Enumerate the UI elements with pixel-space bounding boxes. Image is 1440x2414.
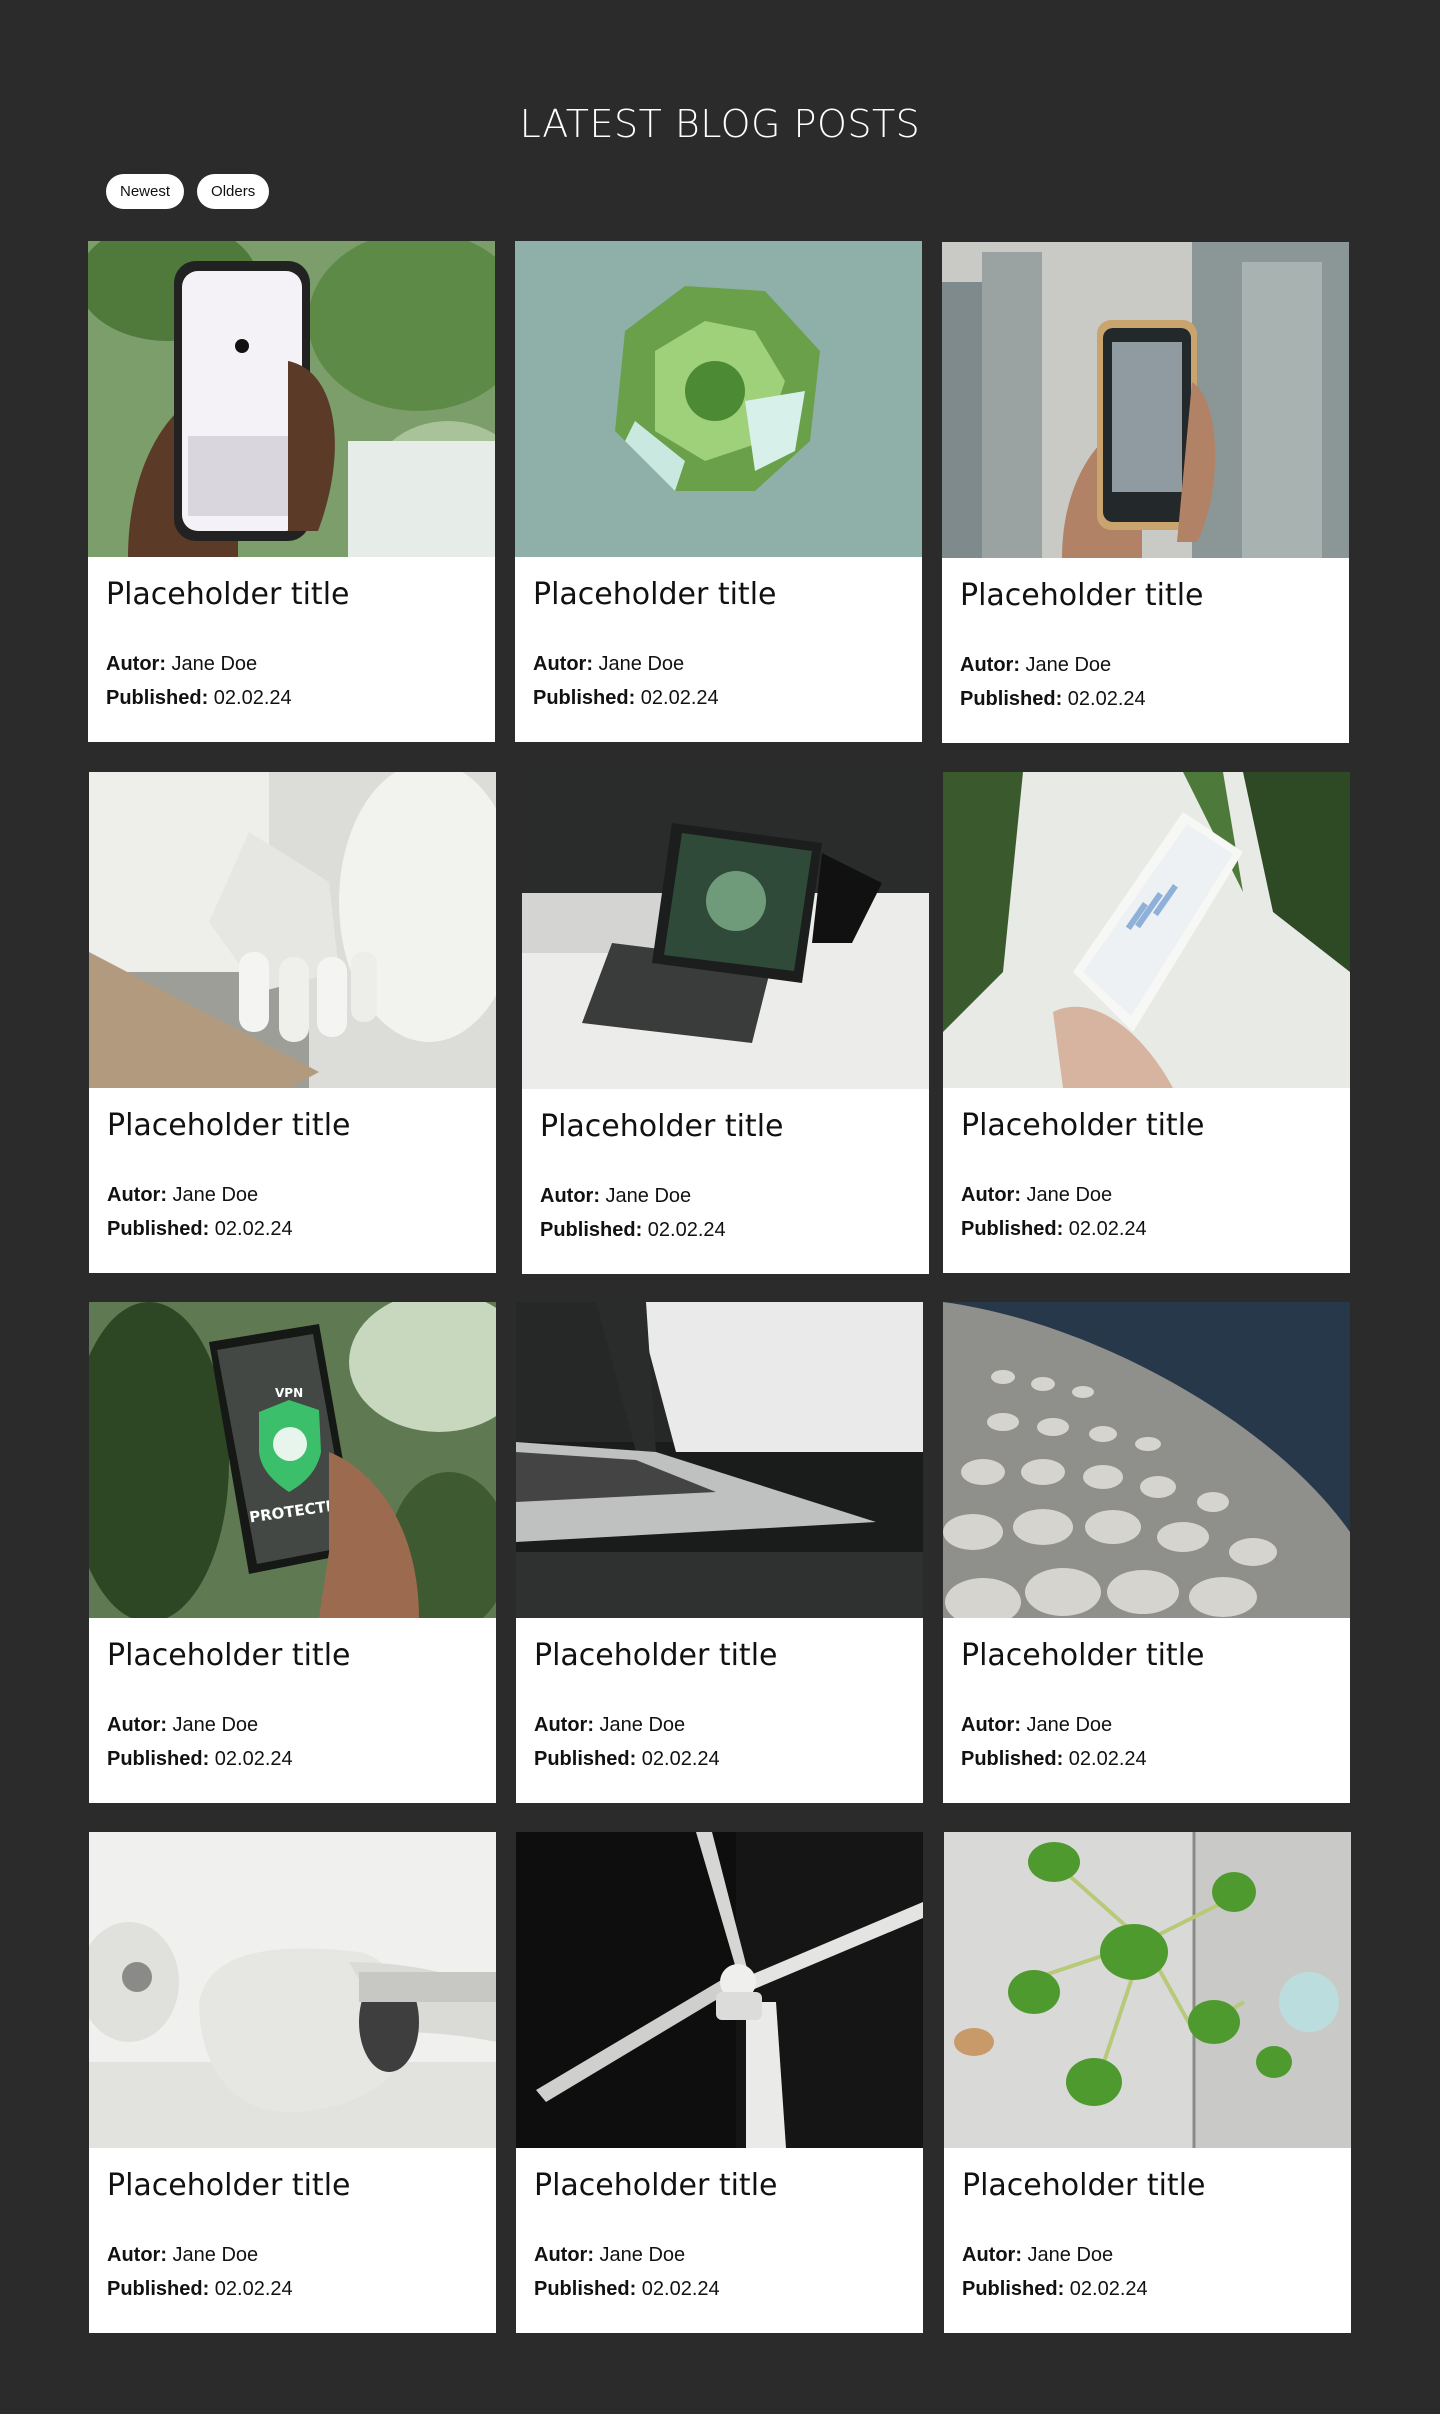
post-image-crystal-sphere	[515, 241, 922, 557]
blog-post-card[interactable]: Placeholder title Autor: Jane Doe Publis…	[88, 241, 495, 742]
post-author: Autor: Jane Doe	[107, 1714, 259, 1736]
post-image-robot-hand	[89, 772, 496, 1088]
post-image-phone-analytics	[943, 772, 1350, 1088]
post-title[interactable]: Placeholder title	[106, 577, 477, 613]
post-title[interactable]: Placeholder title	[962, 2168, 1333, 2204]
post-author: Autor: Jane Doe	[961, 1184, 1113, 1206]
filter-newest-button[interactable]: Newest	[106, 174, 185, 209]
post-image-wind-turbine	[516, 1832, 923, 2148]
post-title[interactable]: Placeholder title	[107, 1108, 478, 1144]
post-image-phone-skyscrapers	[942, 242, 1349, 558]
post-image-vr-headset	[89, 1832, 496, 2148]
post-author: Autor: Jane Doe	[107, 1184, 259, 1206]
post-published: Published: 02.02.24	[107, 2278, 293, 2300]
post-author: Autor: Jane Doe	[533, 653, 685, 675]
post-image-phone-vpn: VPN PROTECTED	[89, 1302, 496, 1618]
post-published: Published: 02.02.24	[534, 2278, 720, 2300]
svg-text:VPN: VPN	[275, 1386, 303, 1400]
post-image-building-discs	[943, 1302, 1350, 1618]
blog-post-card[interactable]: Placeholder title Autor: Jane Doe Publis…	[516, 1832, 923, 2333]
post-image-phone-chat	[88, 241, 495, 557]
post-title[interactable]: Placeholder title	[961, 1638, 1332, 1674]
blog-post-card[interactable]: Placeholder title Autor: Jane Doe Publis…	[943, 772, 1350, 1273]
post-published: Published: 02.02.24	[961, 1218, 1147, 1240]
filter-bar: Newest Olders	[106, 174, 270, 209]
post-author: Autor: Jane Doe	[961, 1714, 1113, 1736]
post-title[interactable]: Placeholder title	[533, 577, 904, 613]
post-published: Published: 02.02.24	[533, 687, 719, 709]
blog-post-card[interactable]: Placeholder title Autor: Jane Doe Publis…	[943, 1302, 1350, 1803]
page-title: LATEST BLOG POSTS	[519, 102, 921, 147]
blog-post-card[interactable]: Placeholder title Autor: Jane Doe Publis…	[944, 1832, 1351, 2333]
post-author: Autor: Jane Doe	[960, 654, 1112, 676]
post-title[interactable]: Placeholder title	[534, 1638, 905, 1674]
blog-post-card[interactable]: VPN PROTECTED Placeholder title Autor: J…	[89, 1302, 496, 1803]
blog-post-card[interactable]: Placeholder title Autor: Jane Doe Publis…	[515, 241, 922, 742]
post-image-laptop	[516, 1302, 923, 1618]
post-published: Published: 02.02.24	[962, 2278, 1148, 2300]
post-published: Published: 02.02.24	[107, 1748, 293, 1770]
post-author: Autor: Jane Doe	[534, 1714, 686, 1736]
post-title[interactable]: Placeholder title	[540, 1109, 911, 1145]
blog-post-card[interactable]: Placeholder title Autor: Jane Doe Publis…	[522, 773, 929, 1274]
blog-post-card[interactable]: Placeholder title Autor: Jane Doe Publis…	[942, 242, 1349, 743]
post-published: Published: 02.02.24	[540, 1219, 726, 1241]
post-published: Published: 02.02.24	[106, 687, 292, 709]
post-author: Autor: Jane Doe	[534, 2244, 686, 2266]
post-author: Autor: Jane Doe	[107, 2244, 259, 2266]
post-title[interactable]: Placeholder title	[107, 1638, 478, 1674]
post-author: Autor: Jane Doe	[962, 2244, 1114, 2266]
filter-olders-button[interactable]: Olders	[197, 174, 270, 209]
blog-post-card[interactable]: Placeholder title Autor: Jane Doe Publis…	[89, 772, 496, 1273]
blog-post-card[interactable]: Placeholder title Autor: Jane Doe Publis…	[516, 1302, 923, 1803]
post-title[interactable]: Placeholder title	[961, 1108, 1332, 1144]
post-title[interactable]: Placeholder title	[107, 2168, 478, 2204]
post-author: Autor: Jane Doe	[540, 1185, 692, 1207]
post-author: Autor: Jane Doe	[106, 653, 258, 675]
post-image-tablet-keyboard	[522, 773, 929, 1089]
post-published: Published: 02.02.24	[107, 1218, 293, 1240]
post-title[interactable]: Placeholder title	[960, 578, 1331, 614]
post-title[interactable]: Placeholder title	[534, 2168, 905, 2204]
post-published: Published: 02.02.24	[534, 1748, 720, 1770]
post-image-green-molecule	[944, 1832, 1351, 2148]
post-published: Published: 02.02.24	[961, 1748, 1147, 1770]
post-published: Published: 02.02.24	[960, 688, 1146, 710]
blog-post-card[interactable]: Placeholder title Autor: Jane Doe Publis…	[89, 1832, 496, 2333]
